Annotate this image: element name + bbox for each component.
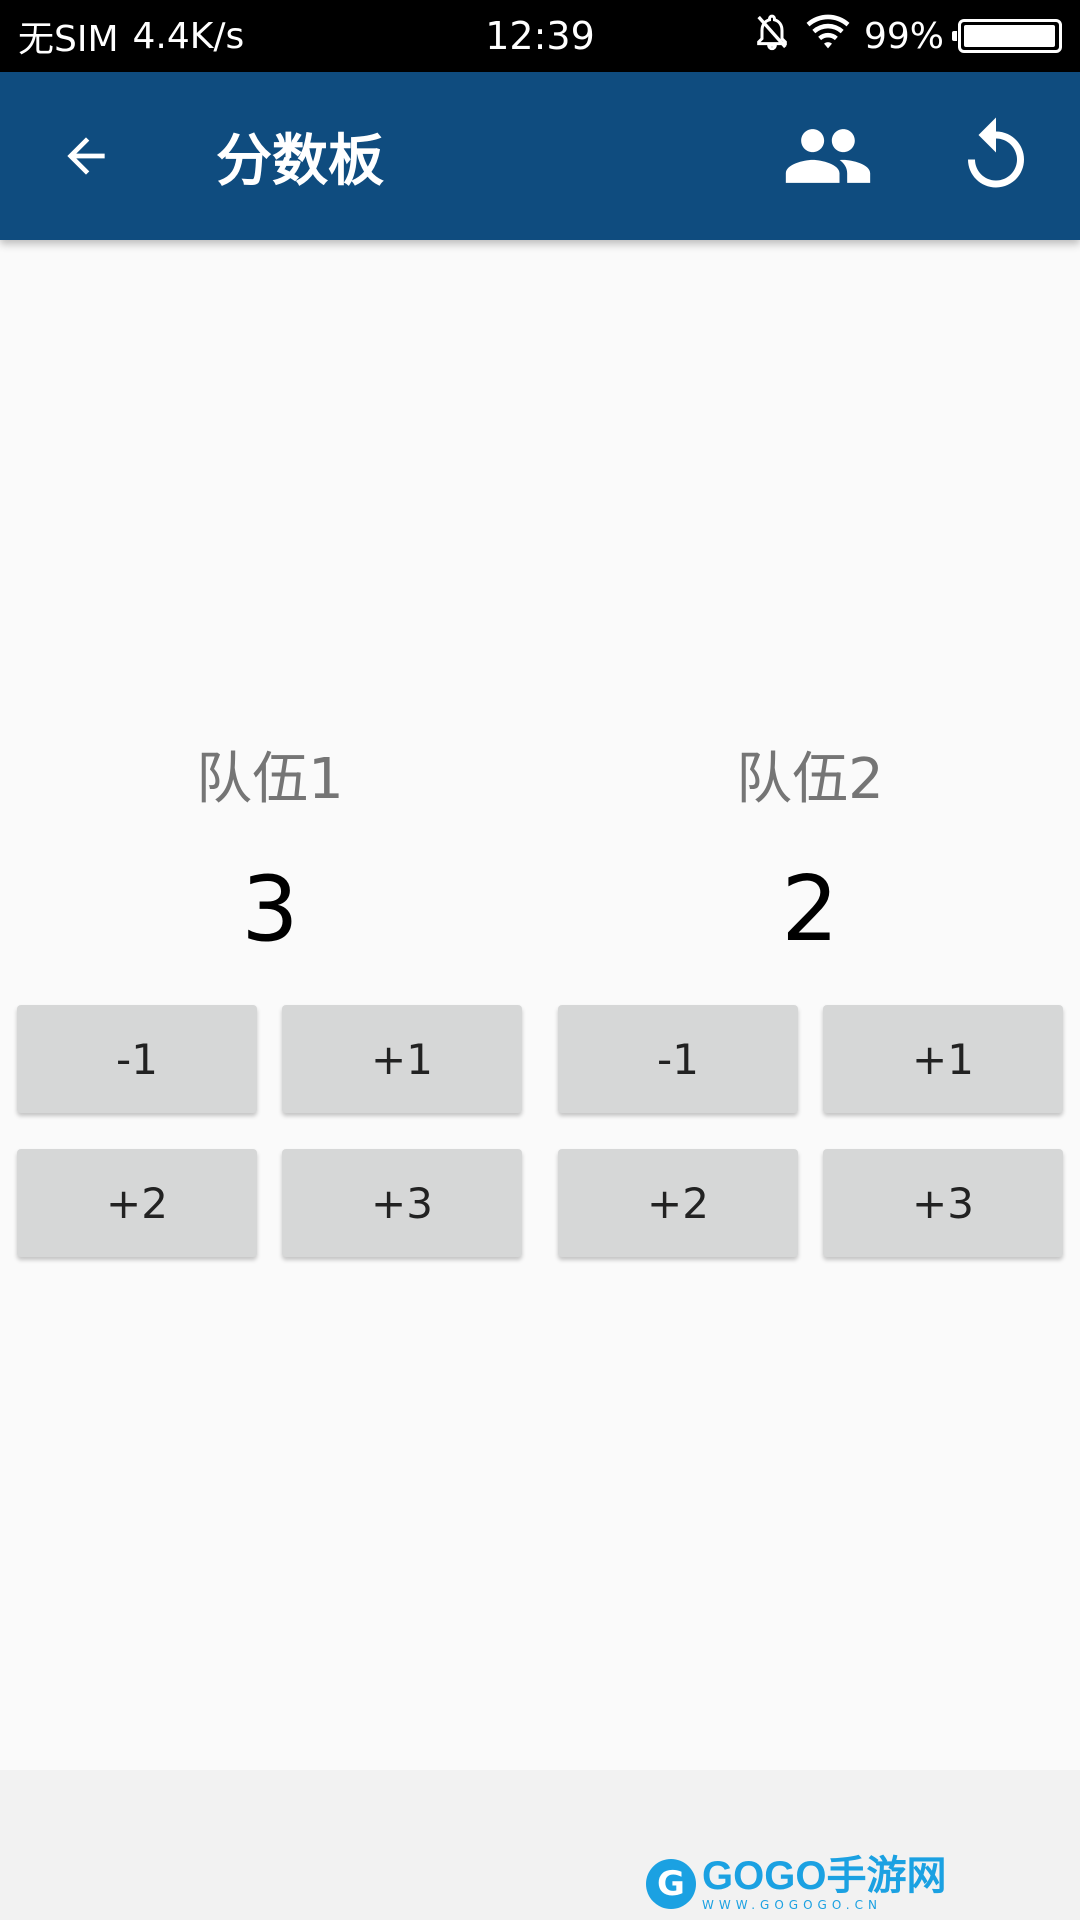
page-title: 分数板 bbox=[216, 128, 384, 194]
back-button[interactable] bbox=[46, 116, 126, 196]
team-2-plus-1-button[interactable]: +1 bbox=[823, 1005, 1063, 1113]
team-1-plus-1-button[interactable]: +1 bbox=[282, 1005, 522, 1113]
mute-bell-icon bbox=[752, 12, 792, 61]
battery-icon bbox=[952, 19, 1062, 53]
team-1-plus-2-button[interactable]: +2 bbox=[17, 1149, 257, 1257]
people-icon bbox=[785, 129, 871, 183]
battery-fill bbox=[964, 25, 1056, 47]
watermark-logo: G GOGO手游网 WWW.GOGOGO.CN bbox=[646, 1856, 946, 1911]
battery-percent: 99% bbox=[863, 15, 944, 57]
wifi-icon bbox=[806, 12, 850, 61]
team-2-score: 2 bbox=[781, 857, 839, 962]
team-2-plus-2-button[interactable]: +2 bbox=[558, 1149, 798, 1257]
watermark-g-icon: G bbox=[646, 1858, 696, 1909]
team-2-name: 队伍2 bbox=[736, 747, 884, 812]
app-bar: 分数板 bbox=[0, 72, 1080, 240]
status-right: 99% bbox=[752, 0, 1062, 72]
reset-icon bbox=[968, 117, 1024, 188]
team-2-plus-3-button[interactable]: +3 bbox=[823, 1149, 1063, 1257]
teams-button[interactable] bbox=[778, 116, 878, 196]
team-2-minus-1-button[interactable]: -1 bbox=[558, 1005, 798, 1113]
status-bar: 无SIM 4.4K/s 12:39 99% bbox=[0, 0, 1080, 72]
team-1-plus-3-button[interactable]: +3 bbox=[282, 1149, 522, 1257]
team-1-score: 3 bbox=[241, 857, 299, 962]
watermark-text-block: GOGO手游网 WWW.GOGOGO.CN bbox=[702, 1856, 946, 1911]
reset-button[interactable] bbox=[950, 110, 1042, 202]
watermark-subtext: WWW.GOGOGO.CN bbox=[702, 1898, 882, 1912]
back-arrow-icon bbox=[67, 137, 105, 175]
watermark-text: GOGO手游网 bbox=[702, 1854, 947, 1898]
team-1-name: 队伍1 bbox=[196, 747, 344, 812]
team-1-minus-1-button[interactable]: -1 bbox=[17, 1005, 257, 1113]
